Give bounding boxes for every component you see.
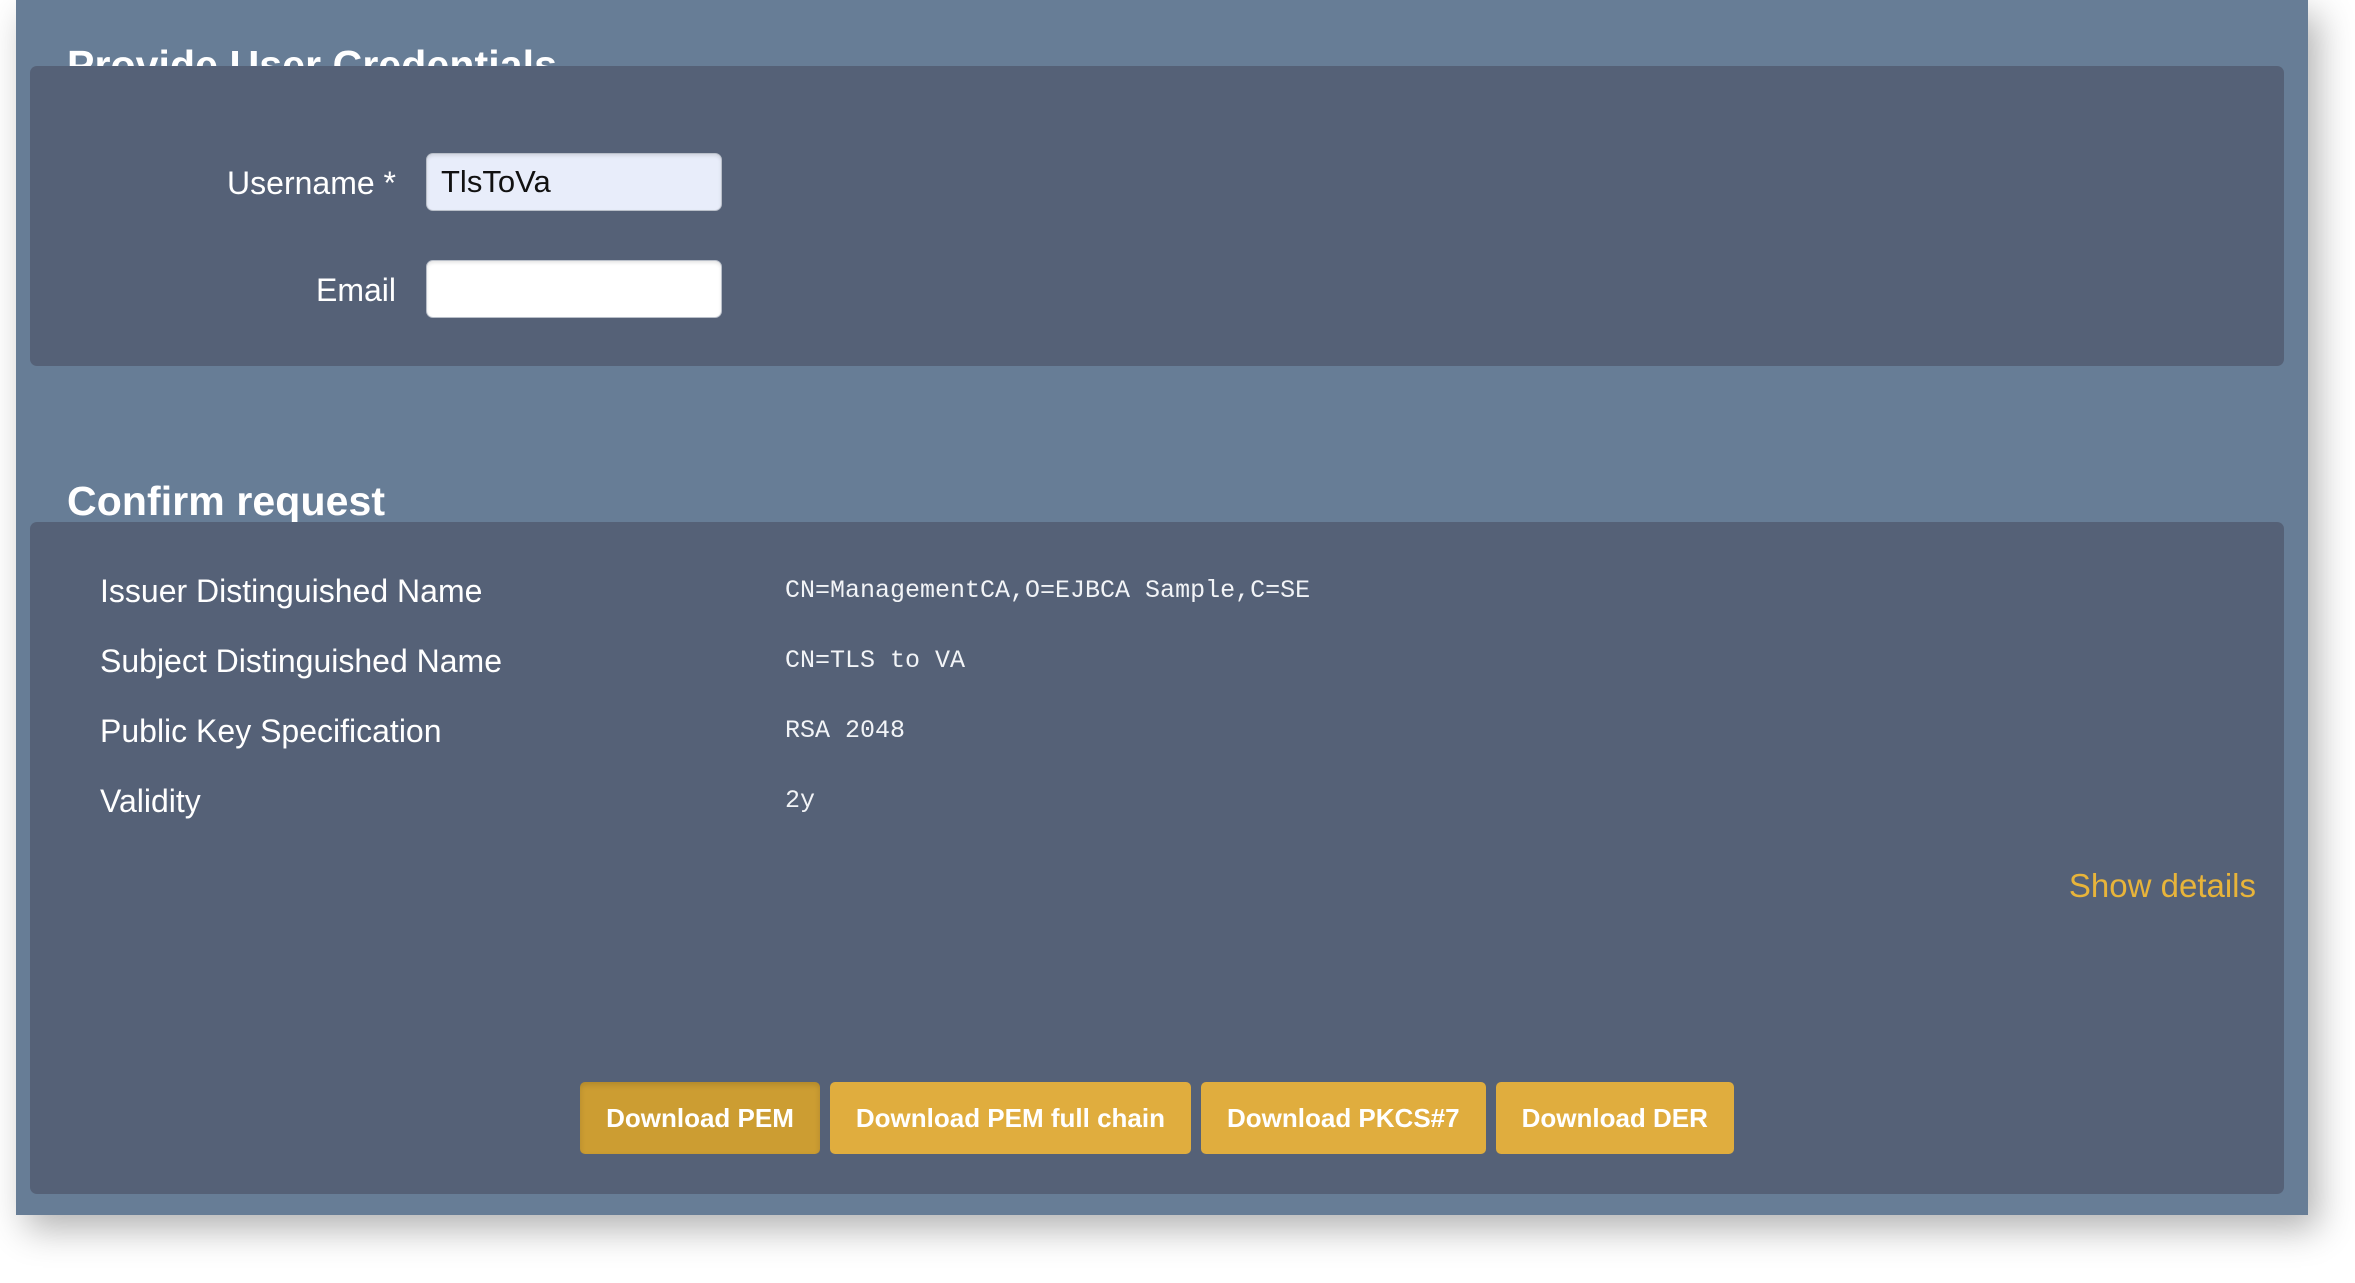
form-row-username: Username * (30, 153, 2284, 213)
certificate-enrollment-page: Provide User Credentials Username * Emai… (16, 0, 2308, 1215)
download-pem-button[interactable]: Download PEM (580, 1082, 820, 1154)
download-buttons-row: Download PEM Download PEM full chain Dow… (30, 1082, 2284, 1154)
confirm-request-heading: Confirm request (67, 478, 385, 525)
email-input[interactable] (426, 260, 722, 318)
detail-row: Subject Distinguished Name CN=TLS to VA (30, 640, 2284, 688)
subject-distinguished-name-label: Subject Distinguished Name (100, 640, 502, 682)
show-details-link[interactable]: Show details (2069, 867, 2256, 905)
form-row-email: Email (30, 260, 2284, 320)
validity-value: 2y (785, 780, 815, 822)
download-pkcs7-button[interactable]: Download PKCS#7 (1201, 1082, 1486, 1154)
detail-row: Validity 2y (30, 780, 2284, 828)
username-label: Username * (30, 153, 396, 213)
download-der-button[interactable]: Download DER (1496, 1082, 1734, 1154)
screenshot-viewport: Provide User Credentials Username * Emai… (0, 0, 2355, 1283)
username-input[interactable] (426, 153, 722, 211)
public-key-specification-label: Public Key Specification (100, 710, 442, 752)
download-pem-full-chain-button[interactable]: Download PEM full chain (830, 1082, 1191, 1154)
detail-row: Issuer Distinguished Name CN=ManagementC… (30, 570, 2284, 618)
subject-distinguished-name-value: CN=TLS to VA (785, 640, 965, 682)
confirm-request-panel: Issuer Distinguished Name CN=ManagementC… (30, 522, 2284, 1194)
detail-row: Public Key Specification RSA 2048 (30, 710, 2284, 758)
user-credentials-panel: Username * Email (30, 66, 2284, 366)
public-key-specification-value: RSA 2048 (785, 710, 905, 752)
issuer-distinguished-name-value: CN=ManagementCA,O=EJBCA Sample,C=SE (785, 570, 1310, 612)
issuer-distinguished-name-label: Issuer Distinguished Name (100, 570, 482, 612)
email-label: Email (30, 260, 396, 320)
validity-label: Validity (100, 780, 201, 822)
